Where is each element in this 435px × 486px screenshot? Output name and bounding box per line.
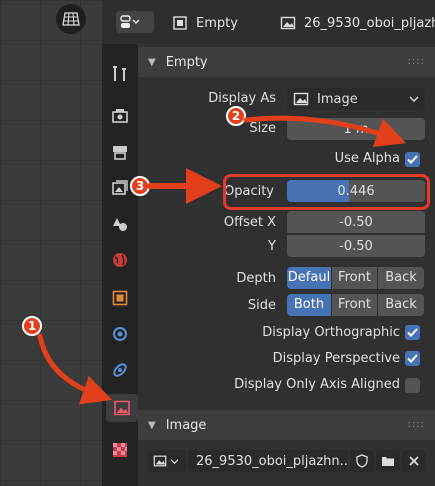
physics-icon [113,327,127,341]
checkmark-icon [407,155,418,164]
size-label: Size [249,121,276,136]
image-breadcrumb: 26_9530_oboi_pljazh [280,15,435,31]
image-icon [293,92,309,106]
depth-option-default[interactable]: Defaul [287,267,332,289]
properties-editor-icon [120,15,140,28]
side-selector: Both Front Back [287,294,424,316]
offset-x-field[interactable]: -0.50 [287,211,425,233]
close-icon [409,456,419,466]
output-icon [113,146,127,160]
fake-user-button[interactable] [350,450,374,472]
chevron-down-icon [170,458,179,464]
image-section-title: Image [165,417,207,433]
image-icon [153,455,167,467]
open-image-button[interactable] [376,450,400,472]
chevron-down-icon [409,96,419,102]
properties-tabs [102,44,138,486]
checkmark-icon [407,354,418,363]
image-browse-dropdown[interactable] [148,450,186,472]
use-alpha-label: Use Alpha [334,151,400,166]
tab-tool[interactable] [106,60,134,88]
tab-render[interactable] [106,102,134,130]
object-icon [112,290,128,306]
tab-object[interactable] [106,284,134,312]
drag-grip-icon[interactable]: :::: [408,56,425,67]
editor-type-dropdown[interactable] [116,11,154,33]
empty-object-icon [173,16,187,30]
opacity-highlight-box [223,174,430,210]
annotation-badge-1: 1 [22,316,42,336]
offset-x-value: -0.50 [339,214,373,230]
tab-texture[interactable] [106,436,134,464]
depth-option-back[interactable]: Back [378,267,424,289]
annotation-badge-3: 3 [130,176,150,196]
display-axis-aligned-label: Display Only Axis Aligned [234,377,400,392]
side-option-front[interactable]: Front [332,294,378,316]
empty-section-title: Empty [165,54,208,70]
size-field[interactable]: 1 m [287,118,425,140]
image-name: 26_9530_oboi_pljazh [304,15,435,31]
depth-option-front[interactable]: Front [332,267,378,289]
offset-y-field[interactable]: -0.50 [287,235,425,257]
image-data-icon [114,400,130,416]
image-section-header[interactable]: ▼ Image :::: [138,410,435,440]
grid-icon [62,12,80,26]
properties-panel: ▼ Empty :::: Display As Image Size 1 m U… [138,44,435,486]
scene-icon [113,218,127,231]
image-file-name: 26_9530_oboi_pljazhn.. [196,453,348,469]
tab-physics[interactable] [106,320,134,348]
depth-selector: Defaul Front Back [287,267,424,289]
display-as-label: Display As [208,91,276,106]
collapse-triangle-icon: ▼ [148,56,156,68]
grid-toggle-button[interactable] [56,4,86,34]
display-as-value: Image [317,91,358,107]
tab-world[interactable] [106,246,134,274]
view-layer-icon [112,180,128,195]
3d-viewport[interactable] [0,0,102,486]
offset-y-value: -0.50 [339,238,373,254]
side-option-back[interactable]: Back [378,294,424,316]
image-data-icon [280,16,296,30]
texture-icon [113,443,127,457]
use-alpha-checkbox[interactable] [405,152,420,167]
display-perspective-checkbox[interactable] [405,351,420,366]
world-icon [113,253,127,267]
properties-header: Empty 26_9530_oboi_pljazh [102,0,435,44]
offset-y-label: Y [268,239,276,254]
tool-icon [113,66,126,81]
drag-grip-icon[interactable]: :::: [408,419,425,430]
tab-constraints[interactable] [106,356,134,384]
annotation-badge-2: 2 [226,106,246,126]
unlink-image-button[interactable] [402,450,426,472]
side-label: Side [247,298,276,313]
tab-object-data[interactable] [106,394,138,422]
tab-output[interactable] [106,138,134,166]
empty-section-header[interactable]: ▼ Empty :::: [138,47,435,77]
display-orthographic-label: Display Orthographic [262,325,400,340]
display-orthographic-checkbox[interactable] [405,325,420,340]
tab-scene[interactable] [106,210,134,238]
offset-x-label: Offset X [223,215,276,230]
image-name-field[interactable]: 26_9530_oboi_pljazhn.. [188,450,348,472]
object-name: Empty [196,15,238,31]
display-perspective-label: Display Perspective [272,351,400,366]
folder-icon [382,457,394,466]
display-axis-aligned-checkbox[interactable] [405,378,420,393]
render-icon [112,109,128,123]
display-as-dropdown[interactable]: Image [287,88,425,110]
object-breadcrumb: Empty [172,15,238,31]
size-value: 1 m [343,121,369,137]
depth-label: Depth [236,271,276,286]
collapse-triangle-icon: ▼ [148,419,156,431]
checkmark-icon [407,328,418,337]
shield-icon [356,454,368,468]
side-option-both[interactable]: Both [287,294,332,316]
constraint-icon [113,363,127,377]
